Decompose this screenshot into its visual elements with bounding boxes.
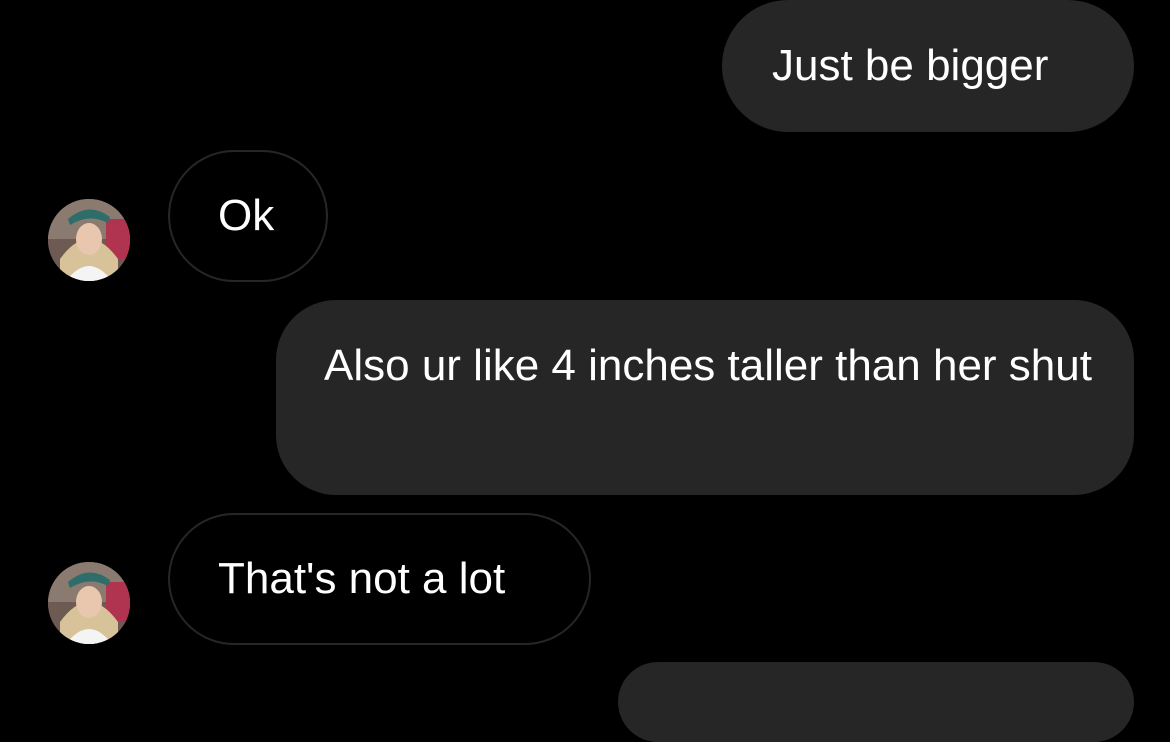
contact-avatar[interactable]	[48, 199, 130, 281]
message-bubble-outgoing-partial[interactable]	[618, 662, 1134, 742]
contact-avatar[interactable]	[48, 562, 130, 644]
message-bubble-incoming[interactable]: That's not a lot	[168, 513, 591, 645]
profile-photo-icon	[48, 562, 130, 644]
message-bubble-outgoing[interactable]: Just be bigger	[722, 0, 1134, 132]
profile-photo-icon	[48, 199, 130, 281]
message-bubble-outgoing[interactable]: Also ur like 4 inches taller than her sh…	[276, 300, 1134, 495]
message-bubble-incoming[interactable]: Ok	[168, 150, 328, 282]
